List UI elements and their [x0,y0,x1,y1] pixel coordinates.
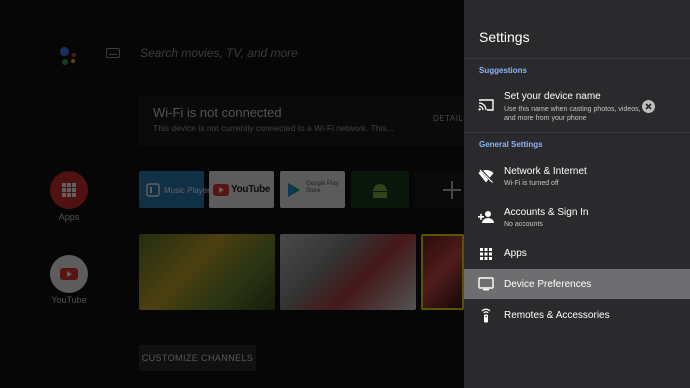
suggestion-title: Set your device name [504,91,601,102]
search-input[interactable]: Search movies, TV, and more [140,46,298,60]
apps-icon [480,248,492,260]
add-icon [443,181,461,199]
channel-thumbnail[interactable] [280,234,416,310]
wifi-card-title: Wi-Fi is not connected [153,105,282,120]
android-icon [373,184,387,198]
add-account-icon [478,211,494,223]
suggestion-set-device-name[interactable]: Set your device name Use this name when … [464,84,690,128]
youtube-launcher-label: YouTube [51,295,87,305]
tv-icon [478,277,494,291]
settings-item-device-preferences[interactable]: Device Preferences [464,269,690,299]
wifi-notification-card[interactable]: Wi-Fi is not connected This device is no… [139,96,469,146]
apps-launcher-button[interactable] [50,171,88,209]
play-store-icon [288,183,300,197]
general-settings-header: General Settings [479,140,543,149]
cast-icon [478,99,494,111]
youtube-tile-label: YouTube [231,184,271,195]
settings-item-subtitle: No accounts [504,221,543,228]
settings-item-label: Network & Internet [504,166,587,177]
settings-item-label: Apps [504,248,527,259]
channel-thumbnail[interactable] [139,234,275,310]
remote-icon [481,308,491,323]
keyboard-icon[interactable] [106,48,120,58]
youtube-tile[interactable]: YouTube [209,171,274,208]
suggestion-subtitle-line2: and more from your phone [504,115,587,122]
apps-grid-icon [62,183,76,197]
music-player-tile-label: Music Player [164,186,210,195]
customize-channels-button[interactable]: CUSTOMIZE CHANNELS [139,345,256,371]
settings-item-subtitle: Wi-Fi is turned off [504,180,559,187]
music-player-tile[interactable]: Music Player [139,171,210,208]
play-store-tile-label: Google Play Store [306,181,339,194]
channel-thumbnail[interactable] [421,234,464,310]
wifi-off-icon [478,168,494,184]
settings-panel: Settings Suggestions Set your device nam… [464,0,690,388]
settings-item-remotes[interactable]: Remotes & Accessories [464,301,690,329]
settings-item-label: Remotes & Accessories [504,310,610,321]
music-player-icon [146,183,160,197]
dismiss-suggestion-button[interactable] [642,100,655,113]
suggestions-header: Suggestions [479,66,528,75]
section-divider [464,132,690,133]
youtube-icon [60,268,78,280]
wifi-card-subtitle: This device is not currently connected t… [153,123,394,133]
settings-title: Settings [479,29,530,45]
add-app-tile[interactable] [414,171,464,208]
google-assistant-icon[interactable] [58,44,80,66]
youtube-launcher-button[interactable] [50,255,88,293]
android-tile[interactable] [351,171,409,208]
settings-item-label: Device Preferences [504,279,592,290]
settings-item-accounts[interactable]: Accounts & Sign In No accounts [464,199,690,235]
section-divider [464,58,690,59]
close-circle-icon [645,103,652,110]
settings-item-apps[interactable]: Apps [464,240,690,268]
apps-launcher-label: Apps [58,212,80,222]
settings-item-network[interactable]: Network & Internet Wi-Fi is turned off [464,158,690,194]
play-store-tile[interactable]: Google Play Store [280,171,345,208]
settings-item-label: Accounts & Sign In [504,207,589,218]
